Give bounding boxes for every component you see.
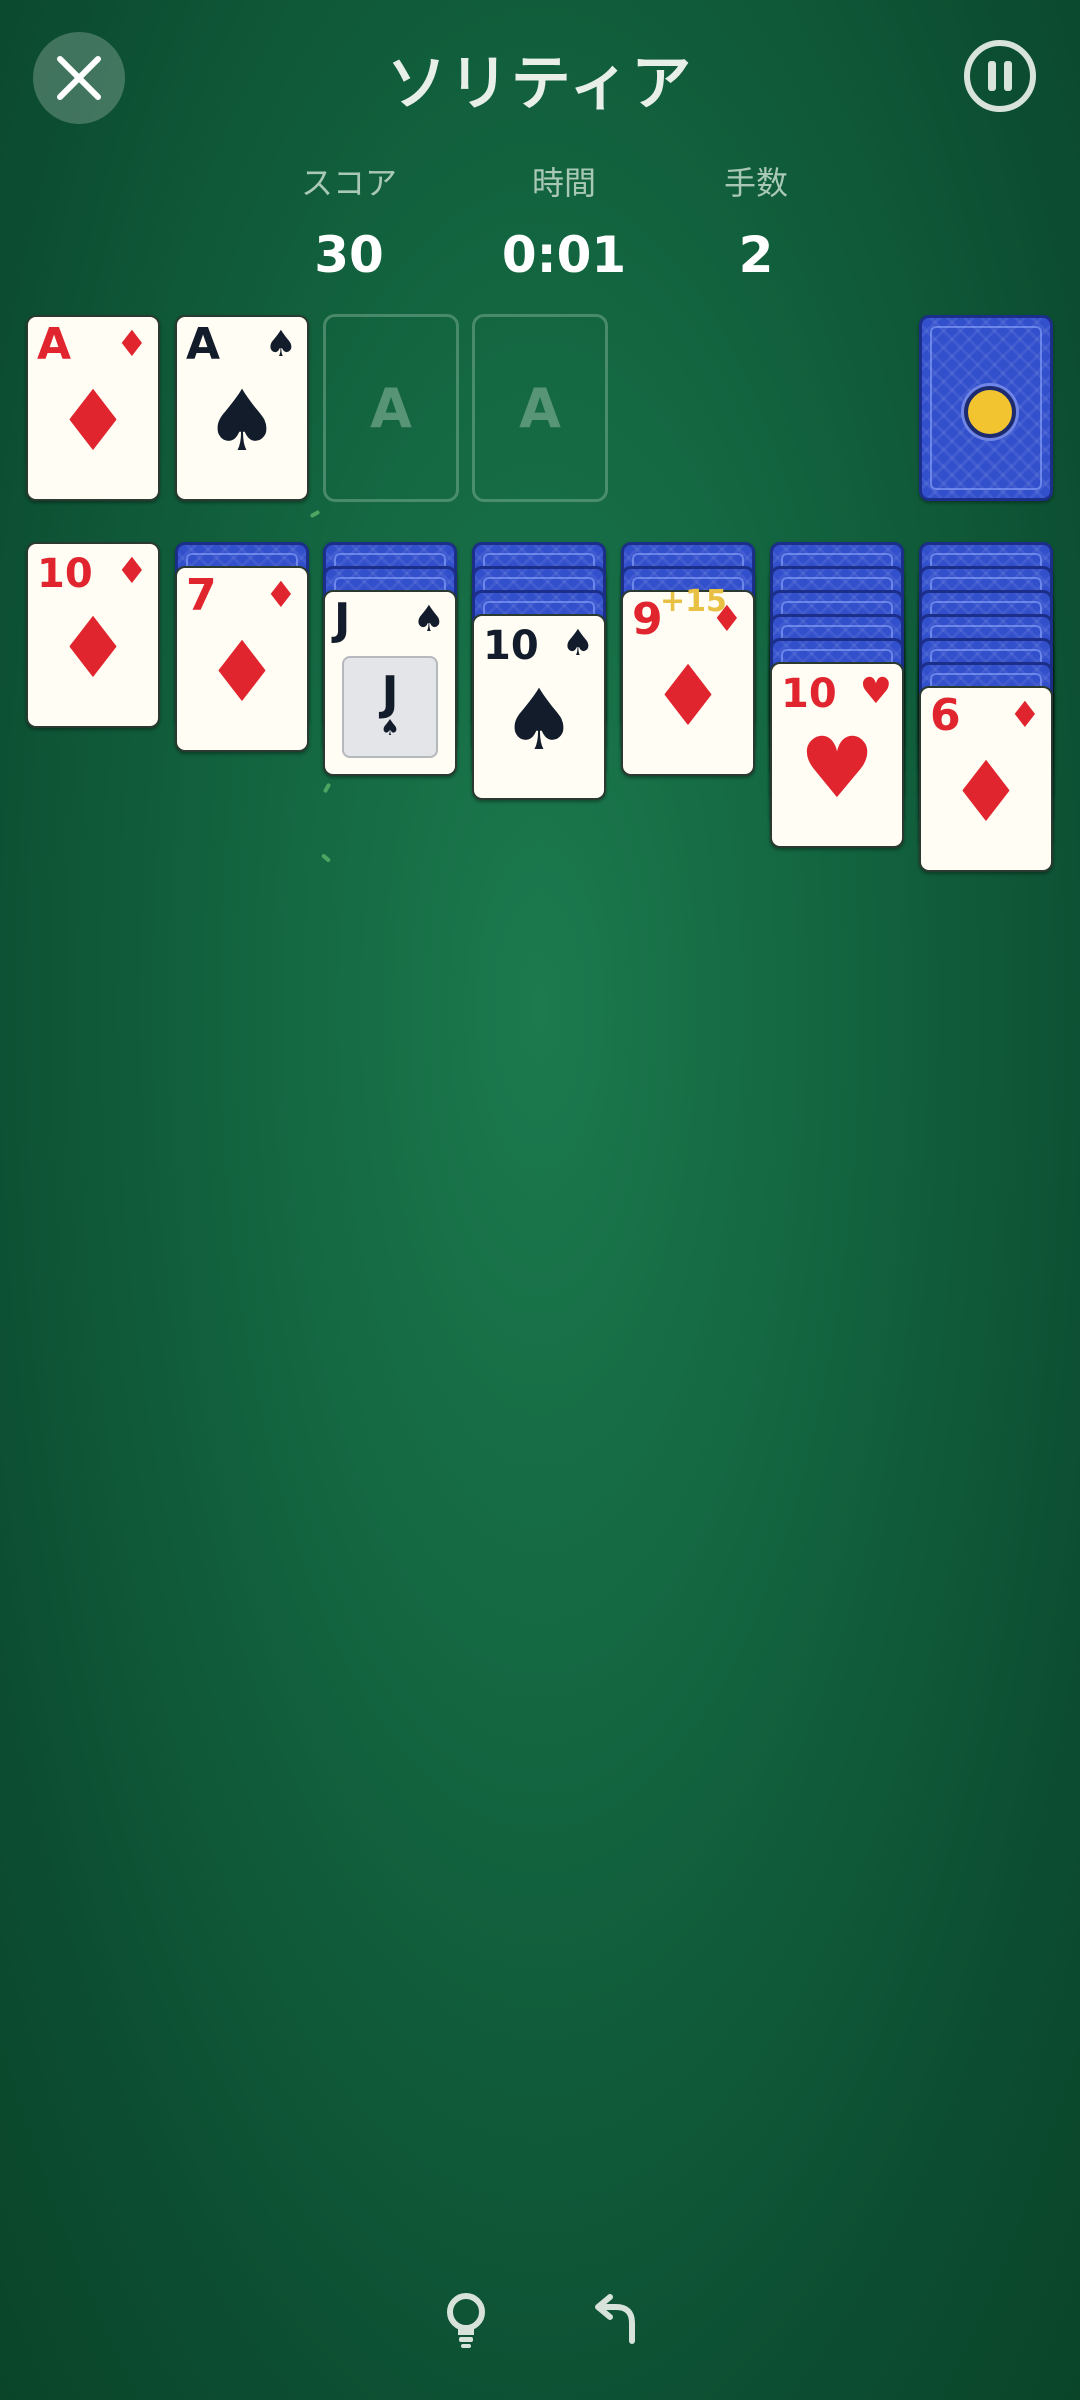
stock-pile[interactable] (919, 315, 1053, 501)
slot-label: A (370, 376, 412, 440)
diamond-icon: ♦ (1008, 695, 1041, 736)
card-rank: J (334, 594, 351, 645)
card-rank: 6 (930, 690, 961, 741)
foundation-card-ace-diamonds[interactable]: A ♦ ♦ (26, 315, 160, 501)
foundation-empty-slot[interactable]: A (323, 314, 459, 502)
tableau-card[interactable]: 10 ♦ ♦ (26, 542, 160, 728)
undo-arrow-icon (595, 2294, 635, 2344)
slot-label: A (519, 376, 561, 440)
page-title: ソリティア (386, 49, 694, 119)
card-rank: J (381, 666, 399, 720)
tableau-card[interactable]: 7 ♦ ♦ (175, 566, 309, 752)
tableau-card[interactable]: J ♠ J ♠ (323, 590, 457, 776)
card-rank: A (186, 319, 221, 370)
moves-label: 手数 (723, 164, 788, 202)
diamond-icon: ♦ (650, 647, 726, 745)
card-rank: A (37, 319, 72, 370)
foundation-empty-slot[interactable]: A (472, 314, 608, 502)
spade-icon: ♠ (204, 372, 280, 470)
card-rank: 10 (483, 623, 539, 669)
tableau-card[interactable]: 10 ♥ ♥ (770, 662, 904, 848)
diamond-icon: ♦ (115, 324, 148, 365)
score-value: 30 (314, 226, 384, 284)
diamond-icon: ♦ (948, 743, 1024, 841)
score-label: スコア (300, 164, 397, 202)
heart-icon: ♥ (859, 671, 892, 712)
moves-stat: 手数 2 (656, 158, 856, 284)
pause-icon (984, 61, 1016, 91)
pause-button[interactable] (964, 40, 1036, 112)
tableau-card[interactable]: 10 ♠ ♠ (472, 614, 606, 800)
diamond-icon: ♦ (55, 599, 131, 697)
confetti-spark (320, 853, 332, 863)
card-rank: 10 (37, 551, 93, 597)
score-stat: スコア 30 (249, 158, 449, 284)
spade-icon: ♠ (380, 716, 400, 741)
time-value: 0:01 (501, 226, 627, 284)
undo-button[interactable] (583, 2290, 643, 2350)
foundation-card-ace-spades[interactable]: A ♠ ♠ (175, 315, 309, 501)
card-rank: 7 (186, 570, 217, 621)
spade-icon: ♠ (561, 623, 594, 664)
diamond-icon: ♦ (204, 623, 280, 721)
jack-face-panel: J ♠ (342, 656, 438, 758)
card-rank: 9 (632, 594, 663, 645)
diamond-icon: ♦ (264, 575, 297, 616)
spade-icon: ♠ (264, 324, 297, 365)
hint-button[interactable] (436, 2290, 496, 2350)
time-stat: 時間 0:01 (464, 158, 664, 284)
card-back-emblem-icon (964, 386, 1016, 438)
confetti-spark (322, 782, 332, 794)
spade-icon: ♠ (412, 599, 445, 640)
heart-icon: ♥ (799, 719, 875, 817)
time-label: 時間 (531, 164, 596, 202)
card-rank: 10 (781, 671, 837, 717)
diamond-icon: ♦ (55, 372, 131, 470)
score-popup: +15 (660, 584, 727, 619)
lightbulb-icon (447, 2293, 485, 2348)
spade-icon: ♠ (501, 671, 577, 769)
moves-value: 2 (738, 226, 774, 284)
confetti-spark (309, 509, 321, 519)
tableau-card[interactable]: 6 ♦ ♦ (919, 686, 1053, 872)
diamond-icon: ♦ (115, 551, 148, 592)
